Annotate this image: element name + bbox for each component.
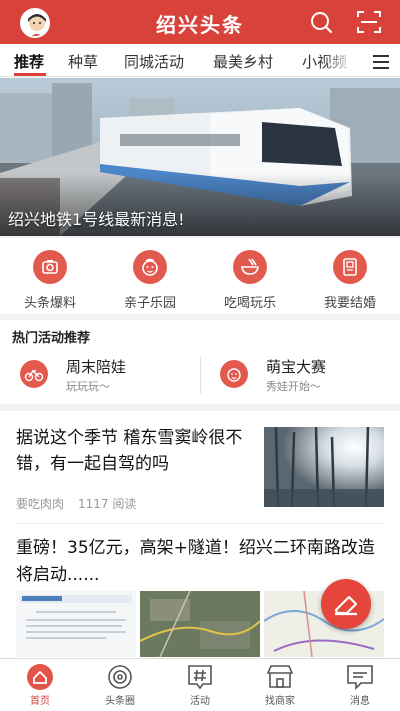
certificate-icon	[333, 250, 367, 284]
circle-target-icon	[104, 663, 136, 691]
camera-icon	[33, 250, 67, 284]
news-image-document[interactable]	[16, 591, 136, 657]
quick-link-label: 头条爆料	[23, 296, 76, 311]
nav-messages[interactable]: 消息	[320, 659, 400, 711]
bike-icon	[20, 360, 48, 388]
quick-link-wedding[interactable]: 我要结婚	[300, 238, 400, 314]
quick-link-food[interactable]: 吃喝玩乐	[200, 238, 300, 314]
child-face-icon	[133, 250, 167, 284]
bottom-nav: 首页 头条圈 活动 找商家 消息	[0, 658, 400, 711]
compose-button[interactable]	[321, 579, 371, 629]
message-icon	[344, 663, 376, 691]
nav-home[interactable]: 首页	[0, 659, 80, 711]
section-title: 热门活动推荐	[12, 331, 91, 346]
hot-item-name: 周末陪娃	[66, 358, 127, 376]
nav-label: 找商家	[265, 696, 295, 707]
hot-item-name: 萌宝大赛	[266, 358, 327, 376]
nav-merchants[interactable]: 找商家	[240, 659, 320, 711]
category-tabs: 推荐 种草 同城活动 最美乡村 小视频	[0, 44, 400, 77]
tab-recommend[interactable]: 推荐	[14, 51, 44, 72]
hot-item-baby-contest[interactable]: 萌宝大赛 秀娃开始～	[220, 352, 400, 398]
news-image-satellite[interactable]	[140, 591, 260, 657]
nav-circle[interactable]: 头条圈	[80, 659, 160, 711]
nav-label: 头条圈	[105, 696, 135, 707]
nav-label: 消息	[350, 696, 370, 707]
nav-label: 首页	[30, 696, 50, 707]
app-header: 绍兴头条	[0, 0, 400, 44]
tab-villages[interactable]: 最美乡村	[213, 51, 273, 72]
news-views: 1117 阅读	[78, 497, 137, 511]
hot-item-subtitle: 秀娃开始～	[266, 380, 321, 393]
search-icon[interactable]	[308, 9, 334, 35]
quick-link-label: 我要结婚	[323, 296, 376, 311]
hash-bubble-icon	[184, 663, 216, 691]
baby-face-icon	[220, 360, 248, 388]
news-author: 要吃肉肉	[16, 497, 65, 511]
home-icon	[24, 663, 56, 691]
menu-icon[interactable]	[373, 54, 389, 69]
quick-links: 头条爆料 亲子乐园 吃喝玩乐 我要结婚	[0, 238, 400, 314]
hot-activities: 热门活动推荐 周末陪娃 玩玩玩～ 萌宝大赛 秀娃开始～	[0, 320, 400, 404]
hot-item-weekend-kids[interactable]: 周末陪娃 玩玩玩～	[20, 352, 210, 398]
nav-label: 活动	[190, 696, 210, 707]
hot-item-subtitle: 玩玩玩～	[66, 380, 110, 393]
app-title: 绍兴头条	[156, 13, 244, 37]
news-meta: 要吃肉肉 1117 阅读	[16, 495, 136, 512]
news-title[interactable]: 据说这个季节 稽东雪窦岭很不错，有一起自驾的吗	[16, 425, 252, 477]
nav-activities[interactable]: 活动	[160, 659, 240, 711]
banner-caption: 绍兴地铁1号线最新消息!	[8, 210, 185, 229]
scan-icon[interactable]	[356, 9, 382, 35]
tab-local-events[interactable]: 同城活动	[124, 51, 184, 72]
divider	[16, 523, 384, 524]
quick-link-kids[interactable]: 亲子乐园	[100, 238, 200, 314]
quick-link-label: 吃喝玩乐	[223, 296, 276, 311]
divider	[200, 356, 201, 394]
tab-grass[interactable]: 种草	[68, 51, 98, 72]
news-thumbnail[interactable]	[264, 427, 384, 507]
quick-link-label: 亲子乐园	[123, 296, 176, 311]
eraser-icon	[334, 595, 358, 616]
tabs-fade	[322, 44, 370, 76]
food-bowl-icon	[233, 250, 267, 284]
store-icon	[264, 663, 296, 691]
banner-carousel[interactable]: 绍兴地铁1号线最新消息!	[0, 78, 400, 236]
active-tab-indicator	[14, 73, 46, 76]
quick-link-report[interactable]: 头条爆料	[0, 238, 100, 314]
